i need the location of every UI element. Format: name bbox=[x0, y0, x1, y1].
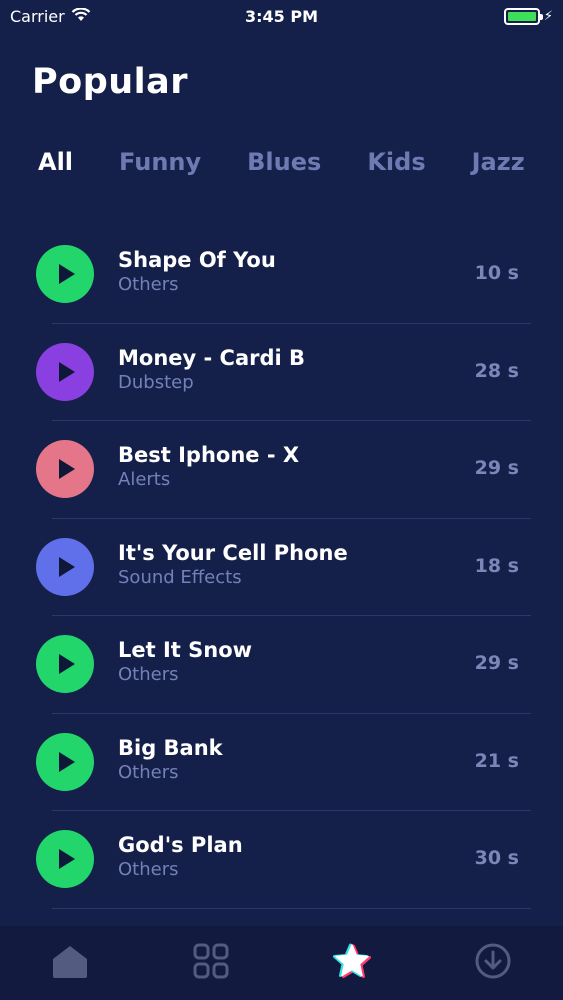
tab-all[interactable]: All bbox=[38, 148, 73, 176]
tabbar-home[interactable] bbox=[40, 933, 100, 993]
ringtone-category: Others bbox=[118, 664, 179, 685]
ringtone-title: Big Bank bbox=[118, 735, 223, 760]
tabbar-popular[interactable] bbox=[322, 933, 382, 993]
play-button[interactable] bbox=[36, 635, 94, 693]
list-item[interactable]: Money - Cardi B Dubstep 28 s bbox=[0, 324, 563, 422]
ringtone-category: Alerts bbox=[118, 469, 171, 490]
battery-icon bbox=[503, 7, 543, 25]
ringtone-title: It's Your Cell Phone bbox=[118, 540, 348, 565]
category-tabs: All Funny Blues Kids Jazz bbox=[38, 148, 543, 176]
wifi-icon bbox=[71, 6, 91, 26]
ringtone-title: Best Iphone - X bbox=[118, 443, 300, 467]
list-item[interactable]: Big Bank Others 21 s bbox=[0, 714, 563, 812]
ringtone-category: Others bbox=[118, 859, 179, 880]
carrier-label: Carrier bbox=[10, 6, 65, 26]
ringtone-title: Money - Cardi B bbox=[118, 345, 306, 370]
ringtone-duration: 30 s bbox=[474, 847, 519, 869]
list-item[interactable]: Let It Snow Others 29 s bbox=[0, 616, 563, 714]
list-item[interactable]: Best Iphone - X Alerts 29 s bbox=[0, 421, 563, 519]
download-icon bbox=[474, 942, 512, 984]
ringtone-title: Let It Snow bbox=[118, 638, 253, 662]
ringtone-category: Others bbox=[118, 761, 179, 783]
grid-icon bbox=[193, 943, 229, 983]
tab-blues[interactable]: Blues bbox=[247, 148, 321, 176]
status-bar: Carrier 3:45 PM ⚡ bbox=[0, 0, 563, 32]
tab-kids[interactable]: Kids bbox=[367, 148, 425, 176]
ringtone-duration: 29 s bbox=[474, 457, 519, 479]
bottom-tab-bar bbox=[0, 926, 563, 1000]
play-icon bbox=[59, 264, 75, 284]
tabbar-categories[interactable] bbox=[181, 933, 241, 993]
status-right: ⚡ bbox=[503, 7, 553, 25]
play-button[interactable] bbox=[36, 440, 94, 498]
ringtone-title: God's Plan bbox=[118, 833, 243, 857]
play-icon bbox=[59, 459, 75, 479]
tab-funny[interactable]: Funny bbox=[119, 148, 201, 176]
play-icon bbox=[59, 361, 75, 382]
play-button[interactable] bbox=[36, 245, 94, 303]
ringtone-duration: 10 s bbox=[474, 262, 519, 284]
play-icon bbox=[59, 556, 75, 577]
status-left: Carrier bbox=[10, 7, 91, 26]
star-icon bbox=[332, 942, 372, 984]
play-button[interactable] bbox=[36, 732, 94, 791]
list-item[interactable]: God's Plan Others 30 s bbox=[0, 811, 563, 909]
ringtone-duration: 29 s bbox=[474, 652, 519, 674]
play-icon bbox=[59, 654, 75, 674]
play-button[interactable] bbox=[36, 537, 94, 596]
play-icon bbox=[59, 751, 75, 772]
ringtone-list: Shape Of You Others 10 s Money - Cardi B… bbox=[0, 226, 563, 909]
ringtone-title: Shape Of You bbox=[118, 248, 276, 272]
play-button[interactable] bbox=[36, 830, 94, 888]
ringtone-category: Others bbox=[118, 274, 179, 295]
list-item[interactable]: Shape Of You Others 10 s bbox=[0, 226, 563, 324]
ringtone-duration: 28 s bbox=[474, 359, 519, 382]
charging-bolt-icon: ⚡ bbox=[543, 8, 553, 24]
play-icon bbox=[59, 849, 75, 869]
tabbar-downloads[interactable] bbox=[463, 933, 523, 993]
ringtone-duration: 21 s bbox=[474, 749, 519, 772]
page-title: Popular bbox=[32, 62, 189, 102]
ringtone-category: Dubstep bbox=[118, 371, 194, 393]
ringtone-category: Sound Effects bbox=[118, 566, 242, 588]
list-item[interactable]: It's Your Cell Phone Sound Effects 18 s bbox=[0, 519, 563, 617]
tab-jazz[interactable]: Jazz bbox=[472, 148, 525, 176]
home-icon bbox=[51, 943, 89, 983]
play-button[interactable] bbox=[36, 342, 94, 401]
ringtone-duration: 18 s bbox=[474, 554, 519, 577]
